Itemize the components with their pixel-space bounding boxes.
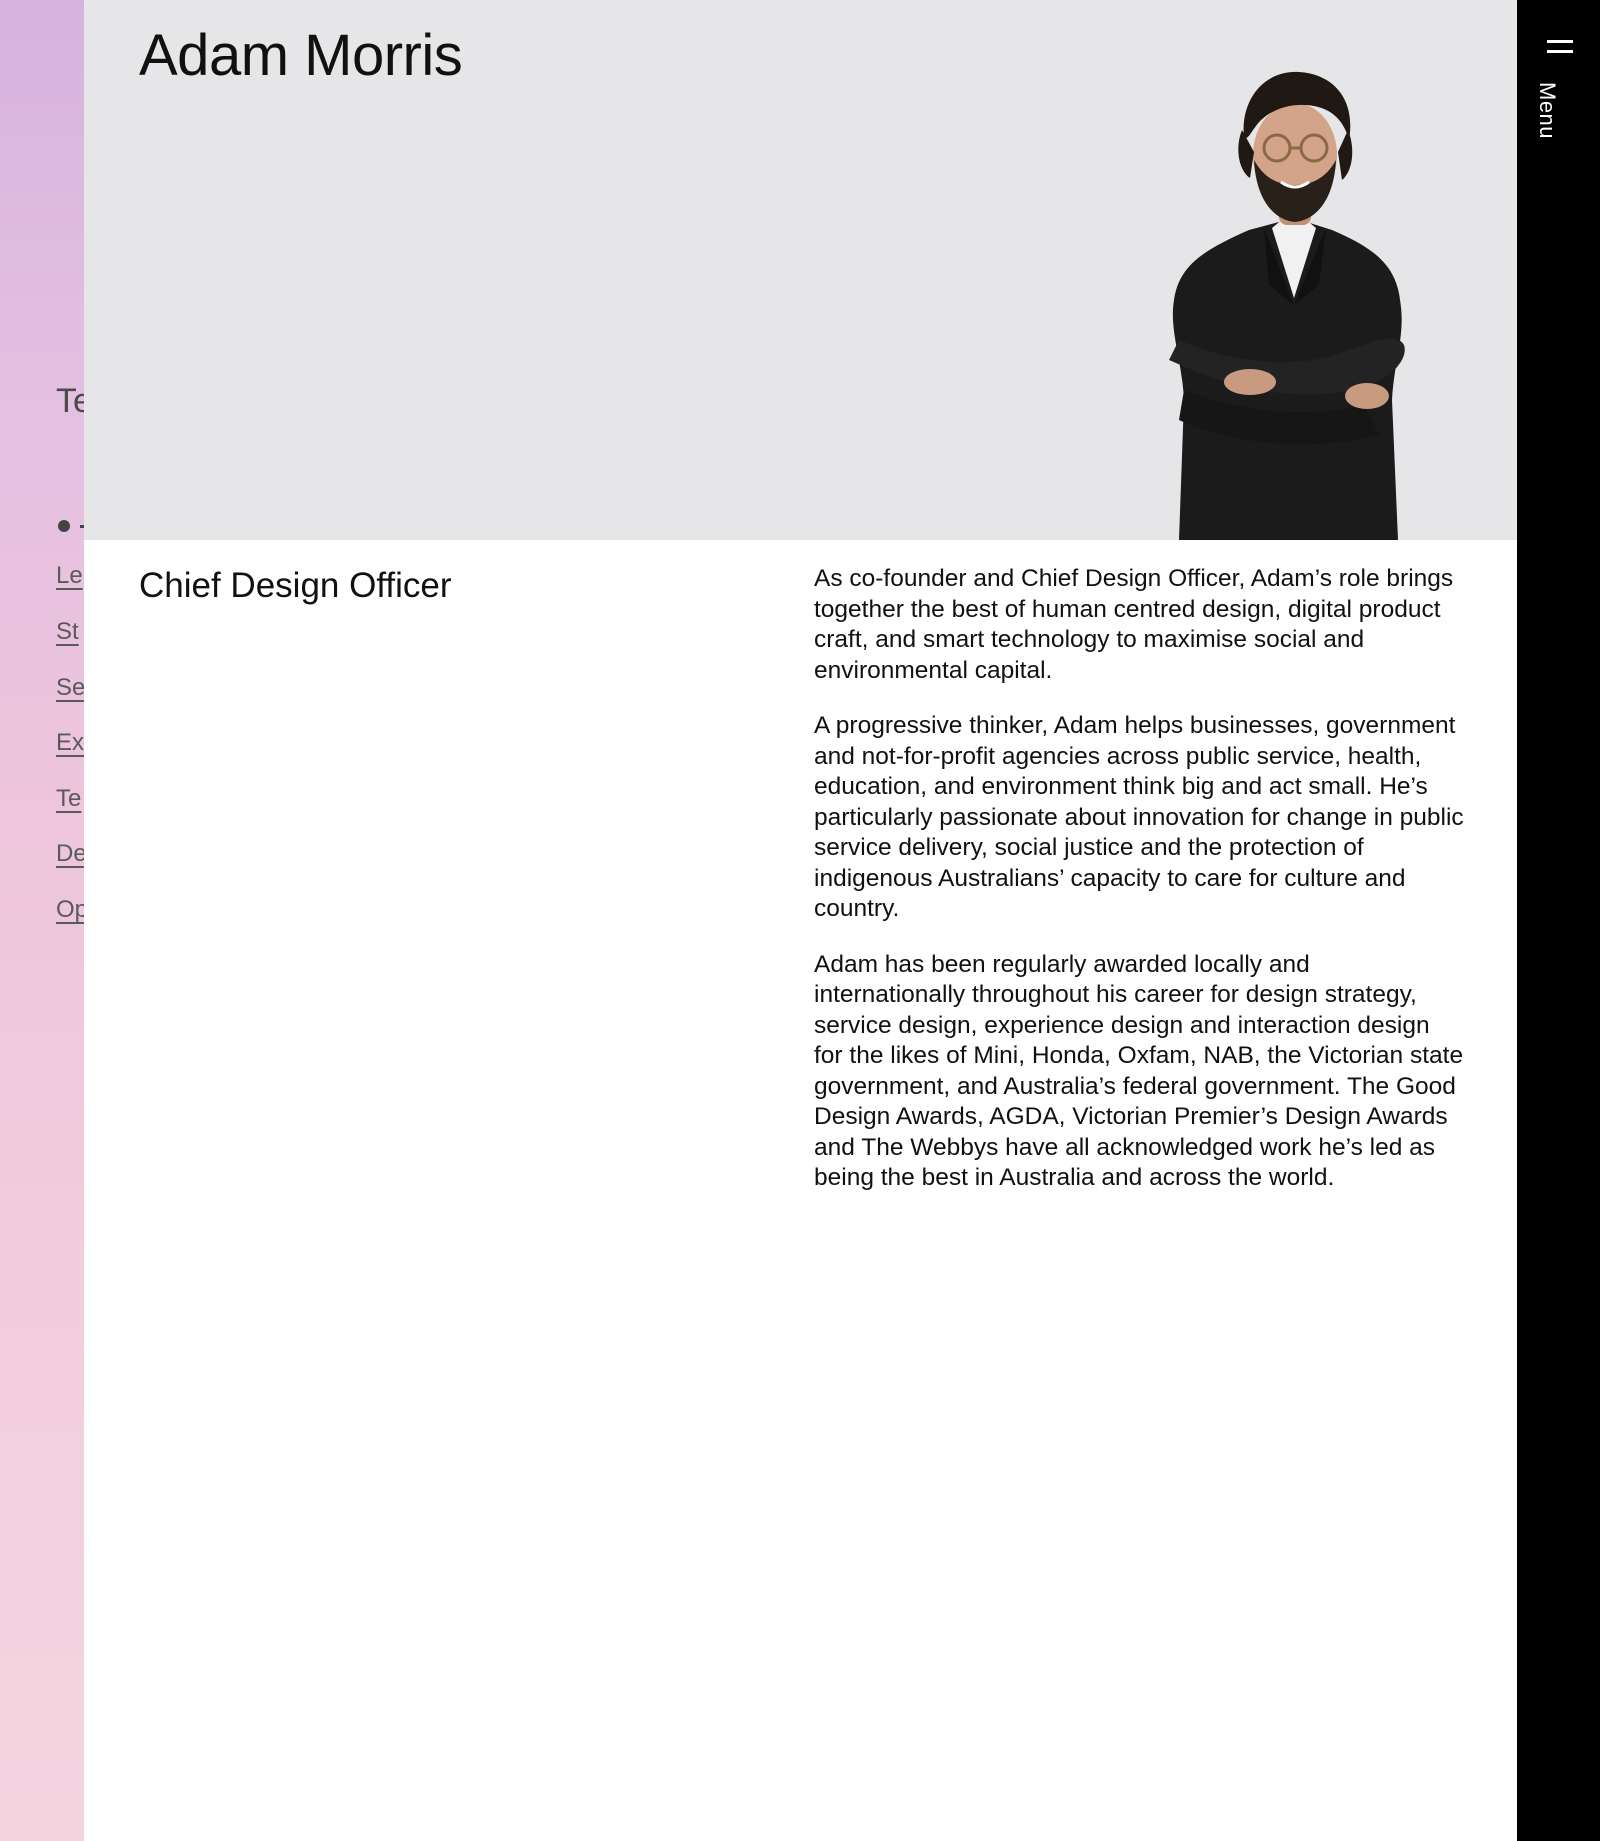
profile-bio: As co-founder and Chief Design Officer, … bbox=[814, 564, 1464, 1219]
profile-name: Adam Morris bbox=[139, 23, 463, 88]
profile-role: Chief Design Officer bbox=[139, 566, 452, 605]
bio-paragraph: A progressive thinker, Adam helps busine… bbox=[814, 712, 1464, 922]
background-link-3[interactable]: Se bbox=[56, 674, 84, 702]
menu-button[interactable]: Menu bbox=[1535, 30, 1581, 160]
background-page: Te Le St Se Ex Te De Op bbox=[0, 0, 84, 1841]
bio-paragraph: As co-founder and Chief Design Officer, … bbox=[814, 565, 1454, 684]
background-link-5[interactable]: Te bbox=[56, 785, 81, 813]
background-link-2[interactable]: St bbox=[56, 618, 79, 646]
background-link-4[interactable]: Ex bbox=[56, 729, 84, 757]
profile-hero: Adam Morris bbox=[84, 0, 1517, 540]
profile-panel: Adam Morris Chief Design Officer As co-f… bbox=[84, 0, 1517, 1841]
menu-bar: Menu bbox=[1517, 0, 1600, 1841]
bio-paragraph: Adam has been regularly awarded locally … bbox=[814, 950, 1464, 1192]
background-link-7[interactable]: Op bbox=[56, 896, 84, 924]
portrait-image bbox=[1169, 71, 1405, 540]
current-item-bullet-icon bbox=[58, 520, 70, 532]
hamburger-icon bbox=[1547, 40, 1573, 54]
background-link-1[interactable]: Le bbox=[56, 562, 83, 590]
background-page-title: Te bbox=[56, 382, 84, 420]
background-link-6[interactable]: De bbox=[56, 840, 84, 868]
menu-label: Menu bbox=[1535, 82, 1560, 140]
